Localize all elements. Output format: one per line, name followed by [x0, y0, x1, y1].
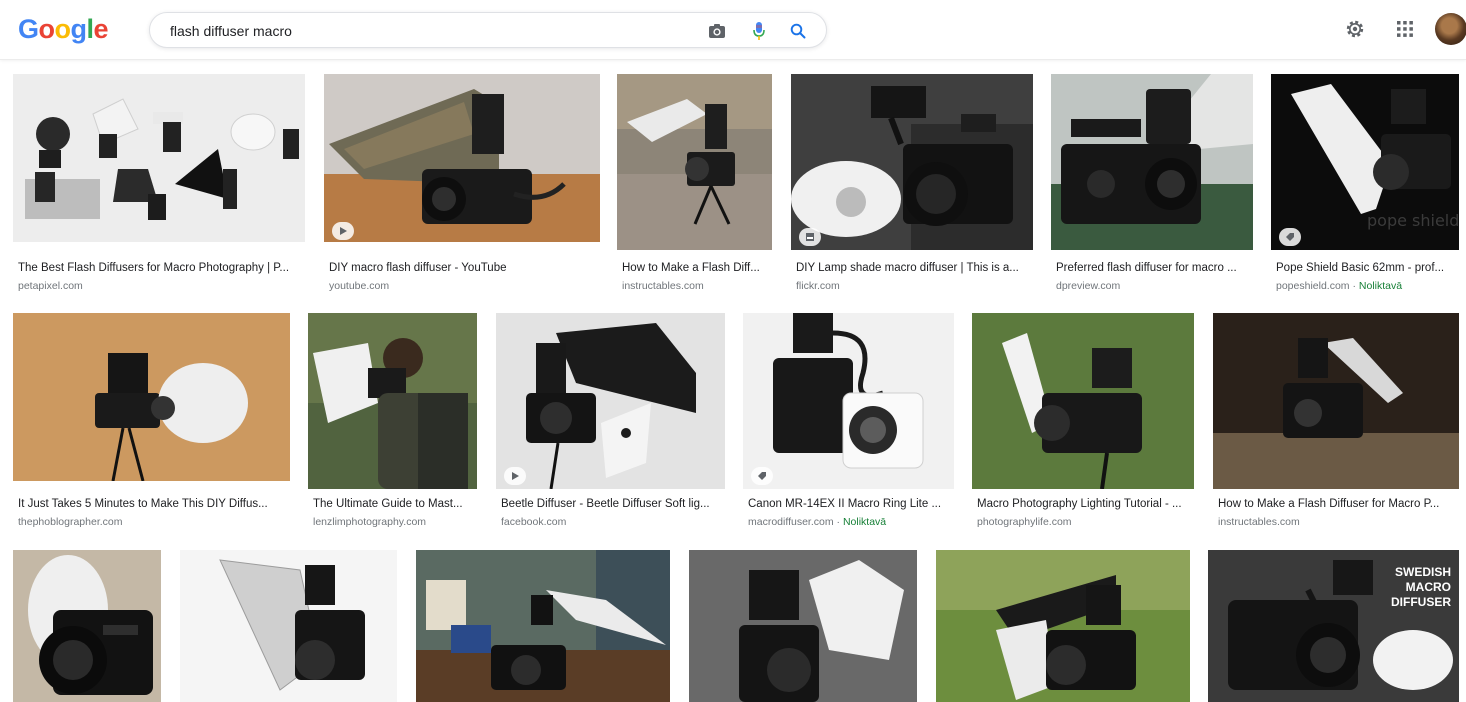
overlay-line-2: MACRO — [1406, 580, 1451, 594]
image-result[interactable]: Canon MR-14EX II Macro Ring Lite ... mac… — [743, 313, 954, 533]
result-thumbnail — [791, 74, 1033, 250]
search-input[interactable] — [170, 21, 690, 41]
search-icon[interactable] — [787, 20, 809, 42]
result-source: macrodiffuser.com · Noliktavā — [748, 516, 955, 528]
result-title: How to Make a Flash Diffuser for Macro P… — [1218, 498, 1440, 510]
play-icon — [332, 222, 354, 240]
result-thumbnail — [617, 74, 772, 250]
image-result[interactable]: DIY macro flash diffuser - YouTube youtu… — [324, 74, 600, 294]
result-source-domain: macrodiffuser.com — [748, 516, 834, 528]
image-result[interactable] — [180, 550, 397, 702]
result-source-domain: popeshield.com — [1276, 280, 1350, 292]
result-thumbnail — [324, 74, 600, 242]
image-result[interactable]: Preferred flash diffuser for macro ... d… — [1051, 74, 1253, 294]
header-bar: Google — [0, 0, 1466, 60]
result-title: DIY Lamp shade macro diffuser | This is … — [796, 262, 1019, 274]
result-source: petapixel.com — [18, 280, 83, 292]
image-result[interactable]: It Just Takes 5 Minutes to Make This DIY… — [13, 313, 290, 533]
result-title: Canon MR-14EX II Macro Ring Lite ... — [748, 498, 942, 510]
result-title: DIY macro flash diffuser - YouTube — [329, 262, 507, 274]
image-result[interactable]: Beetle Diffuser - Beetle Diffuser Soft l… — [496, 313, 725, 533]
in-stock-label: Noliktavā — [1358, 280, 1403, 292]
avatar[interactable] — [1435, 13, 1466, 45]
result-title: It Just Takes 5 Minutes to Make This DIY… — [18, 498, 268, 510]
result-title: How to Make a Flash Diff... — [622, 262, 760, 274]
image-result[interactable]: How to Make a Flash Diff... instructable… — [617, 74, 772, 294]
result-thumbnail — [743, 313, 954, 489]
watermark-text: pope shield — [1367, 211, 1459, 230]
image-result[interactable]: The Ultimate Guide to Mast... lenzlimpho… — [308, 313, 477, 533]
image-result[interactable] — [13, 550, 161, 702]
logo-letter: g — [70, 14, 88, 44]
result-thumbnail — [13, 313, 290, 481]
overlay-line-1: SWEDISH — [1395, 565, 1451, 579]
result-thumbnail — [308, 313, 477, 489]
result-thumbnail — [1213, 313, 1459, 489]
gear-icon[interactable] — [1342, 16, 1368, 42]
result-title: Pope Shield Basic 62mm - prof... — [1276, 262, 1445, 274]
result-source: dpreview.com — [1056, 280, 1121, 292]
image-result[interactable]: Macro Photography Lighting Tutorial - ..… — [972, 313, 1194, 533]
image-result[interactable]: The Best Flash Diffusers for Macro Photo… — [13, 74, 305, 294]
result-source: popeshield.com · Noliktavā — [1276, 280, 1460, 292]
image-result[interactable] — [689, 550, 917, 702]
overlay-line-3: DIFFUSER — [1391, 595, 1451, 609]
image-result[interactable]: pope shield Pope Shield Basic 62mm - pro… — [1271, 74, 1459, 294]
play-icon — [504, 467, 526, 485]
result-source: youtube.com — [329, 280, 390, 292]
microphone-icon[interactable] — [748, 20, 770, 42]
result-thumbnail — [180, 550, 397, 702]
result-thumbnail — [496, 313, 725, 489]
logo-letter: e — [93, 14, 109, 44]
tag-icon — [751, 467, 773, 485]
search-box — [149, 12, 827, 48]
logo-letter: l — [86, 14, 95, 44]
result-source: thephoblographer.com — [18, 516, 123, 528]
result-thumbnail — [1051, 74, 1253, 250]
result-thumbnail: pope shield — [1271, 74, 1459, 250]
result-title: The Best Flash Diffusers for Macro Photo… — [18, 262, 290, 274]
result-thumbnail — [13, 74, 305, 242]
camera-icon[interactable] — [706, 20, 728, 42]
result-thumbnail — [13, 550, 161, 702]
in-stock-label: Noliktavā — [842, 516, 887, 528]
logo-letter: G — [18, 14, 39, 44]
result-source: lenzlimphotography.com — [313, 516, 427, 528]
result-source: facebook.com — [501, 516, 567, 528]
separator-dot: · — [833, 516, 843, 528]
image-result[interactable]: DIY Lamp shade macro diffuser | This is … — [791, 74, 1033, 294]
image-result[interactable] — [936, 550, 1190, 702]
image-result[interactable]: SWEDISH MACRO DIFFUSER — [1208, 550, 1459, 702]
result-source: photographylife.com — [977, 516, 1072, 528]
tag-icon — [1279, 228, 1301, 246]
result-thumbnail — [416, 550, 670, 702]
result-thumbnail — [689, 550, 917, 702]
result-source: flickr.com — [796, 280, 840, 292]
logo-letter: o — [38, 14, 56, 44]
image-result[interactable] — [416, 550, 670, 702]
image-result[interactable]: How to Make a Flash Diffuser for Macro P… — [1213, 313, 1459, 533]
separator-dot: · — [1349, 280, 1359, 292]
result-title: Beetle Diffuser - Beetle Diffuser Soft l… — [501, 498, 710, 510]
logo-letter: o — [54, 14, 72, 44]
google-logo[interactable]: Google — [18, 14, 109, 45]
image-results-grid: The Best Flash Diffusers for Macro Photo… — [0, 60, 1466, 702]
apps-grid-icon[interactable] — [1392, 16, 1418, 42]
result-thumbnail: SWEDISH MACRO DIFFUSER — [1208, 550, 1459, 702]
result-thumbnail — [936, 550, 1190, 702]
image-icon — [799, 228, 821, 246]
result-source: instructables.com — [622, 280, 704, 292]
result-title: Macro Photography Lighting Tutorial - ..… — [977, 498, 1182, 510]
result-title: Preferred flash diffuser for macro ... — [1056, 262, 1237, 274]
result-thumbnail — [972, 313, 1194, 489]
result-title: The Ultimate Guide to Mast... — [313, 498, 463, 510]
result-source: instructables.com — [1218, 516, 1300, 528]
